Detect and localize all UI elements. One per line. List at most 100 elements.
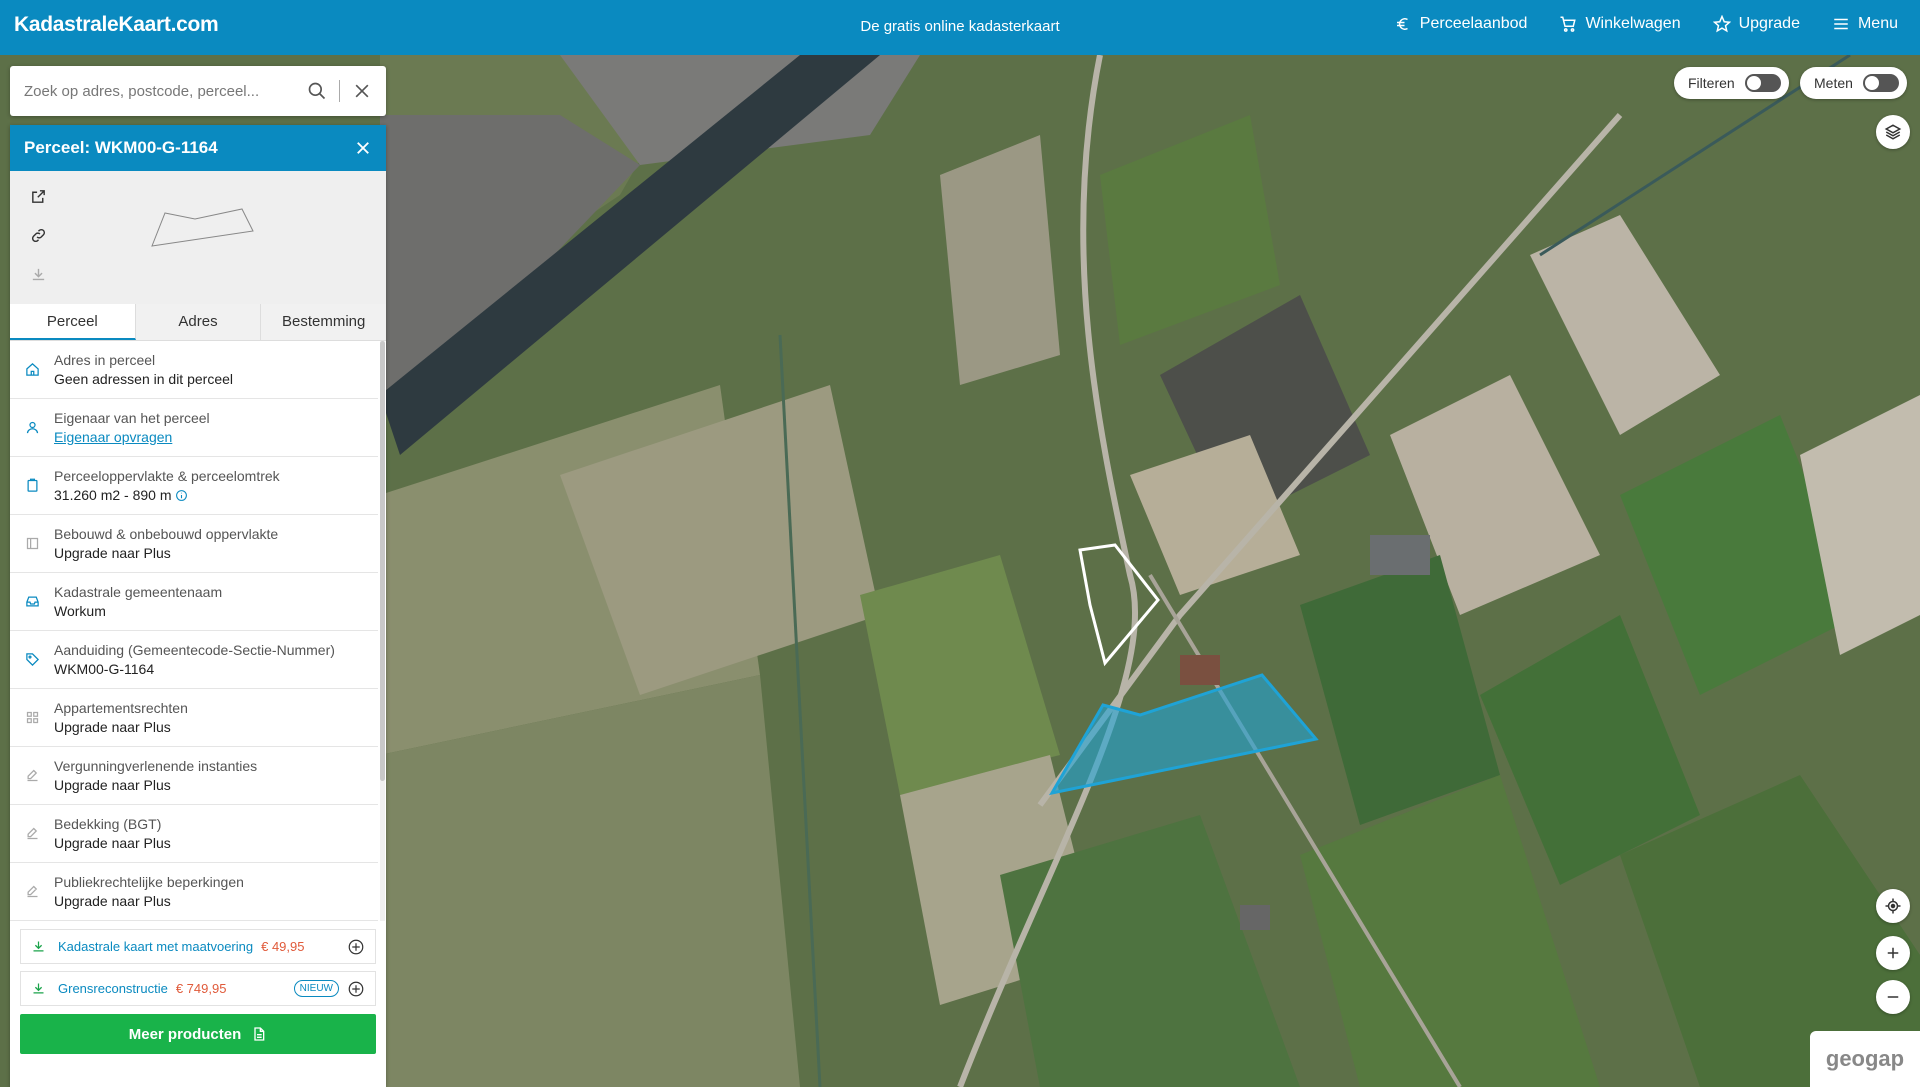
download-icon: [32, 268, 44, 280]
list-item: Kadastrale gemeentenaam Workum: [10, 573, 378, 631]
cart-icon: [1560, 16, 1577, 32]
tab-perceel[interactable]: Perceel: [10, 304, 136, 340]
edit-icon: [27, 885, 38, 898]
layers-button[interactable]: [1876, 115, 1910, 149]
close-icon[interactable]: [354, 139, 372, 157]
item-value: WKM00-G-1164: [54, 660, 155, 677]
product-grensreconstructie[interactable]: Grensreconstructie € 749,95 NIEUW: [20, 971, 376, 1006]
zoom-in-button[interactable]: [1876, 936, 1910, 970]
search-input[interactable]: [24, 82, 307, 100]
layers-icon: [1884, 124, 1902, 140]
top-bar: KadastraleKaart.com De gratis online kad…: [0, 0, 1920, 55]
add-circle-icon[interactable]: [347, 980, 365, 998]
product-name: Kadastrale kaart met maatvoering: [58, 939, 254, 954]
parcel-panel: Perceel: WKM00-G-1164 Perceel Adres Best…: [10, 125, 387, 1087]
search-divider: [339, 80, 340, 102]
item-label: Perceeloppervlakte & perceelomtrek: [54, 467, 280, 484]
filter-label: Filteren: [1688, 75, 1735, 91]
request-owner-link[interactable]: Eigenaar opvragen: [54, 429, 172, 445]
grid-icon: [26, 711, 39, 724]
nav-label: Winkelwagen: [1585, 15, 1681, 32]
scrollbar[interactable]: [380, 341, 385, 921]
locate-button[interactable]: [1876, 889, 1910, 923]
filter-switch[interactable]: [1744, 74, 1781, 92]
nav-label: Menu: [1857, 15, 1898, 32]
download-icon: [33, 941, 44, 952]
close-icon[interactable]: [352, 81, 372, 101]
nav-upgrade[interactable]: Upgrade: [1712, 15, 1800, 33]
add-circle-icon[interactable]: [347, 938, 365, 956]
nav-label: Perceelaanbod: [1419, 15, 1528, 32]
clipboard-icon: [27, 478, 38, 492]
products-section: Kadastrale kaart met maatvoering € 49,95…: [10, 921, 386, 1006]
item-value: Upgrade naar Plus: [54, 776, 171, 793]
list-item: Adres in perceel Geen adressen in dit per…: [10, 341, 378, 399]
product-price: € 49,95: [261, 939, 305, 954]
edit-icon: [27, 769, 38, 782]
item-value: Upgrade naar Plus: [54, 834, 171, 851]
panel-title: Perceel: WKM00-G-1164: [24, 138, 218, 157]
list-item: Vergunningverlenende instanties Upgrade n…: [10, 747, 378, 805]
item-value: Upgrade naar Plus: [54, 718, 171, 735]
product-price: € 749,95: [175, 981, 227, 996]
product-name: Grensreconstructie: [58, 981, 168, 996]
download-button[interactable]: [27, 263, 49, 285]
external-link-icon: [31, 189, 45, 203]
item-label: Appartementsrechten: [54, 699, 188, 716]
panel-tabs: Perceel Adres Bestemming: [10, 304, 387, 341]
nav-winkelwagen[interactable]: Winkelwagen: [1559, 15, 1681, 33]
more-products-button[interactable]: Meer producten: [20, 1014, 376, 1054]
measure-label: Meten: [1814, 75, 1853, 91]
open-external-button[interactable]: [27, 185, 49, 207]
measure-switch[interactable]: [1862, 74, 1899, 92]
plus-icon: [1887, 947, 1899, 959]
download-icon: [33, 983, 44, 994]
parcel-shape-thumbnail: [151, 208, 254, 247]
tab-bestemming[interactable]: Bestemming: [261, 304, 387, 340]
nav-menu[interactable]: Menu: [1832, 15, 1898, 33]
nav-perceelaanbod[interactable]: Perceelaanbod: [1394, 15, 1528, 33]
item-label: Kadastrale gemeentenaam: [54, 583, 223, 600]
item-label: Publiekrechtelijke beperkingen: [54, 873, 244, 890]
tab-adres[interactable]: Adres: [135, 304, 262, 340]
list-item: Appartementsrechten Upgrade naar Plus: [10, 689, 378, 747]
copy-link-button[interactable]: [27, 224, 49, 246]
search-bar: [10, 66, 386, 116]
euro-icon: [1396, 18, 1408, 30]
new-badge: NIEUW: [293, 980, 339, 997]
info-list: Adres in perceel Geen adressen in dit per…: [10, 341, 386, 921]
list-item: Publiekrechtelijke beperkingen Upgrade na…: [10, 863, 378, 921]
item-value: Upgrade naar Plus: [54, 544, 171, 561]
list-item: Bedekking (BGT) Upgrade naar Plus: [10, 805, 378, 863]
top-nav: Perceelaanbod Winkelwagen Upgrade Menu: [1394, 15, 1898, 33]
star-icon: [1712, 15, 1731, 33]
scrollbar-thumb[interactable]: [380, 341, 385, 781]
item-value: Workum: [54, 602, 106, 619]
menu-icon: [1834, 18, 1848, 30]
item-value: Upgrade naar Plus: [54, 892, 171, 909]
info-icon[interactable]: [175, 489, 188, 502]
list-item: Eigenaar van het perceel Eigenaar opvrage…: [10, 399, 378, 457]
document-icon: [254, 1027, 265, 1041]
minus-icon: [1887, 996, 1899, 998]
item-label: Adres in perceel: [54, 351, 156, 368]
tag-icon: [26, 653, 40, 667]
item-label: Bedekking (BGT): [54, 815, 162, 832]
item-label: Bebouwd & onbebouwd oppervlakte: [54, 525, 279, 542]
measure-toggle[interactable]: Meten: [1800, 67, 1907, 99]
nav-label: Upgrade: [1738, 15, 1800, 32]
product-kadastrale-kaart[interactable]: Kadastrale kaart met maatvoering € 49,95: [20, 929, 376, 964]
list-item: Aanduiding (Gemeentecode-Sectie-Nummer) W…: [10, 631, 378, 689]
edit-icon: [27, 827, 38, 840]
building-icon: [26, 537, 39, 550]
user-icon: [26, 421, 39, 434]
item-label: Eigenaar van het perceel: [54, 409, 210, 426]
geogap-logo[interactable]: geogap: [1810, 1031, 1920, 1087]
filter-toggle[interactable]: Filteren: [1674, 67, 1789, 99]
zoom-out-button[interactable]: [1876, 980, 1910, 1014]
item-value: 31.260 m2 - 890 m: [54, 486, 172, 503]
search-icon[interactable]: [307, 81, 327, 101]
parcel-preview: [10, 171, 386, 304]
list-item: Bebouwd & onbebouwd oppervlakte Upgrade n…: [10, 515, 378, 573]
item-value: Geen adressen in dit perceel: [54, 370, 233, 387]
